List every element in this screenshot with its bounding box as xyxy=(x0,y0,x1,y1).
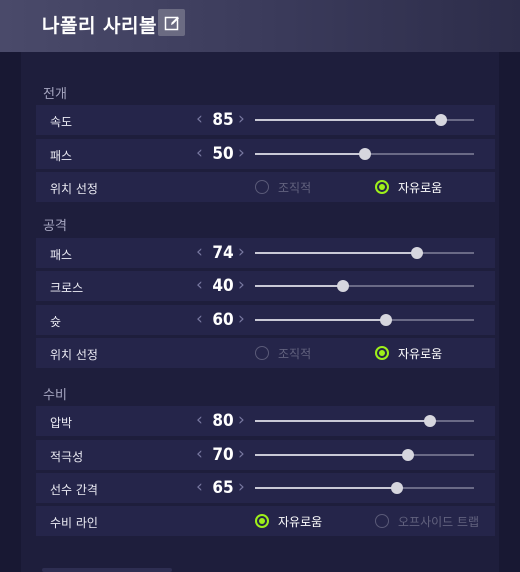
radio-label: 자유로움 xyxy=(278,514,323,529)
row-label: 위치 선정 xyxy=(50,348,98,362)
slider-row-pressure: 압박 ‹ 80 › xyxy=(36,406,495,436)
slider-track[interactable] xyxy=(255,482,474,494)
slider-fill xyxy=(255,252,418,254)
radio-row-positioning: 위치 선정 조직적 자유로움 xyxy=(36,338,495,368)
slider-value: 74 xyxy=(212,243,234,263)
row-label: 패스 xyxy=(50,149,73,163)
radio-option-freeform[interactable]: 자유로움 xyxy=(375,345,442,361)
radio-button[interactable] xyxy=(255,180,269,194)
radio-label: 조직적 xyxy=(278,180,312,195)
slider-fill xyxy=(255,119,442,121)
slider-track[interactable] xyxy=(255,148,474,160)
section-title-build-up: 전개 xyxy=(43,87,67,102)
row-label: 수비 라인 xyxy=(50,516,98,530)
section-title-attack: 공격 xyxy=(43,219,67,234)
slider-value: 65 xyxy=(212,478,234,498)
slider-row-crossing: 크로스 ‹ 40 › xyxy=(36,271,495,301)
slider-value: 50 xyxy=(212,144,234,164)
slider-fill xyxy=(255,420,431,422)
slider-handle[interactable] xyxy=(424,415,437,427)
slider-handle[interactable] xyxy=(380,314,393,326)
chevron-right-icon[interactable]: › xyxy=(238,143,245,163)
radio-option-freeform[interactable]: 자유로움 xyxy=(375,179,442,195)
slider-row-speed: 속도 ‹ 85 › xyxy=(36,105,495,135)
radio-label: 자유로움 xyxy=(398,346,443,361)
slider-track[interactable] xyxy=(255,247,474,259)
slider-handle[interactable] xyxy=(336,280,349,292)
row-label: 선수 간격 xyxy=(50,483,98,497)
radio-button[interactable] xyxy=(375,180,389,194)
slider-handle[interactable] xyxy=(435,114,448,126)
slider-track[interactable] xyxy=(255,449,474,461)
radio-button[interactable] xyxy=(375,346,389,360)
row-label: 패스 xyxy=(50,248,73,262)
slider-row-passing: 패스 ‹ 50 › xyxy=(36,139,495,169)
radio-option-freeform[interactable]: 자유로움 xyxy=(255,513,322,529)
slider-fill xyxy=(255,285,343,287)
slider-value: 80 xyxy=(212,411,234,431)
row-label: 슛 xyxy=(50,315,62,329)
chevron-left-icon[interactable]: ‹ xyxy=(196,477,203,497)
section-title-defence: 수비 xyxy=(43,388,67,403)
row-label: 속도 xyxy=(50,115,73,129)
row-label: 크로스 xyxy=(50,281,84,295)
chevron-right-icon[interactable]: › xyxy=(238,444,245,464)
slider-fill xyxy=(255,153,365,155)
chevron-right-icon[interactable]: › xyxy=(238,410,245,430)
slider-track[interactable] xyxy=(255,280,474,292)
chevron-right-icon[interactable]: › xyxy=(238,477,245,497)
slider-row-passing: 패스 ‹ 74 › xyxy=(36,238,495,268)
slider-track[interactable] xyxy=(255,415,474,427)
slider-fill xyxy=(255,319,387,321)
radio-button[interactable] xyxy=(255,346,269,360)
radio-button[interactable] xyxy=(255,514,269,528)
slider-value: 70 xyxy=(212,445,234,465)
slider-handle[interactable] xyxy=(391,482,404,494)
row-label: 압박 xyxy=(50,416,73,430)
slider-value: 60 xyxy=(212,310,234,330)
chevron-left-icon[interactable]: ‹ xyxy=(196,410,203,430)
chevron-left-icon[interactable]: ‹ xyxy=(196,242,203,262)
slider-track[interactable] xyxy=(255,314,474,326)
slider-row-aggression: 적극성 ‹ 70 › xyxy=(36,440,495,470)
slider-row-team-width: 선수 간격 ‹ 65 › xyxy=(36,473,495,503)
slider-handle[interactable] xyxy=(402,449,415,461)
chevron-left-icon[interactable]: ‹ xyxy=(196,109,203,129)
page-title: 나폴리 사리볼 xyxy=(42,15,157,37)
chevron-left-icon[interactable]: ‹ xyxy=(196,275,203,295)
row-label: 위치 선정 xyxy=(50,182,98,196)
radio-row-defensive-line: 수비 라인 자유로움 오프사이드 트랩 xyxy=(36,506,495,536)
radio-row-positioning: 위치 선정 조직적 자유로움 xyxy=(36,172,495,202)
slider-value: 40 xyxy=(212,276,234,296)
bottom-tab-hint xyxy=(42,568,172,572)
chevron-right-icon[interactable]: › xyxy=(238,109,245,129)
slider-handle[interactable] xyxy=(358,148,371,160)
radio-label: 조직적 xyxy=(278,346,312,361)
radio-option-offside-trap[interactable]: 오프사이드 트랩 xyxy=(375,513,479,529)
chevron-right-icon[interactable]: › xyxy=(238,309,245,329)
chevron-left-icon[interactable]: ‹ xyxy=(196,309,203,329)
slider-fill xyxy=(255,487,398,489)
chevron-right-icon[interactable]: › xyxy=(238,242,245,262)
edit-icon xyxy=(164,16,179,30)
slider-value: 85 xyxy=(212,110,234,130)
slider-handle[interactable] xyxy=(411,247,424,259)
radio-label: 오프사이드 트랩 xyxy=(398,514,480,529)
radio-option-organized[interactable]: 조직적 xyxy=(255,345,311,361)
slider-row-shooting: 슛 ‹ 60 › xyxy=(36,305,495,335)
radio-label: 자유로움 xyxy=(398,180,443,195)
slider-fill xyxy=(255,454,409,456)
row-label: 적극성 xyxy=(50,450,84,464)
chevron-left-icon[interactable]: ‹ xyxy=(196,444,203,464)
radio-button[interactable] xyxy=(375,514,389,528)
chevron-right-icon[interactable]: › xyxy=(238,275,245,295)
header-bar: 나폴리 사리볼 xyxy=(0,0,520,52)
edit-title-button[interactable] xyxy=(158,9,185,36)
slider-track[interactable] xyxy=(255,114,474,126)
radio-option-organized[interactable]: 조직적 xyxy=(255,179,311,195)
chevron-left-icon[interactable]: ‹ xyxy=(196,143,203,163)
